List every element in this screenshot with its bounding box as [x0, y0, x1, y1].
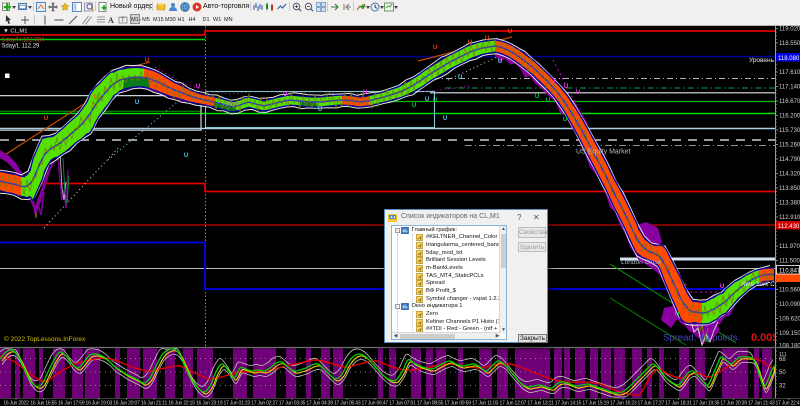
svg-text:17 Jun 04:39: 17 Jun 04:39	[306, 401, 333, 406]
svg-text:U: U	[412, 103, 416, 109]
svg-text:17 Jun 15:19: 17 Jun 15:19	[582, 401, 609, 406]
svg-text:17 Jun 05:43: 17 Jun 05:43	[334, 401, 361, 406]
svg-text:111.500: 111.500	[779, 259, 800, 265]
svg-text:U: U	[44, 116, 48, 122]
svg-text:17 Jun 09:59: 17 Jun 09:59	[444, 401, 471, 406]
svg-text:119.020: 119.020	[779, 27, 800, 33]
svg-text:17 Jun 12:07: 17 Jun 12:07	[500, 401, 527, 406]
svg-text:17 Jun 19:35: 17 Jun 19:35	[693, 401, 720, 406]
svg-text:114.320: 114.320	[779, 172, 800, 178]
svg-text:17 Jun 20:39: 17 Jun 20:39	[720, 401, 747, 406]
svg-text:109.620: 109.620	[779, 317, 800, 323]
svg-text:112.430: 112.430	[778, 224, 800, 230]
svg-text:17 Jun 16:23: 17 Jun 16:23	[610, 401, 637, 406]
svg-text:17 Jun 13:11: 17 Jun 13:11	[527, 401, 554, 406]
svg-text:116.670: 116.670	[779, 99, 800, 105]
svg-text:U: U	[196, 84, 200, 90]
svg-text:117.610: 117.610	[779, 70, 800, 76]
svg-text:17 Jun 21:43: 17 Jun 21:43	[748, 401, 775, 406]
svg-text:114.790: 114.790	[779, 157, 800, 163]
svg-text:109.150: 109.150	[779, 331, 800, 337]
svg-text:17 Jun 03:35: 17 Jun 03:35	[279, 401, 306, 406]
svg-text:Spread: 40 points.: Spread: 40 points.	[663, 333, 740, 344]
svg-text:17 Jun 01:23: 17 Jun 01:23	[224, 401, 251, 406]
svg-text:113.850: 113.850	[779, 186, 800, 192]
svg-text:16 Jun 2022: 16 Jun 2022	[3, 401, 29, 406]
svg-text:116.200: 116.200	[779, 114, 800, 120]
svg-text:16 Jun 21:11: 16 Jun 21:11	[141, 401, 168, 406]
svg-text:U: U	[546, 98, 550, 104]
svg-text:U: U	[458, 75, 462, 81]
svg-text:118.550: 118.550	[779, 41, 800, 47]
svg-text:U: U	[468, 40, 472, 46]
svg-text:U: U	[551, 79, 555, 85]
svg-text:U: U	[720, 284, 724, 290]
svg-text:32: 32	[779, 384, 786, 390]
svg-text:117.140: 117.140	[779, 85, 800, 91]
svg-text:Уровень: Уровень	[749, 57, 775, 64]
svg-text:U: U	[363, 90, 367, 96]
svg-text:U: U	[498, 59, 502, 65]
svg-text:London Close: London Close	[621, 259, 661, 266]
svg-text:17 Jun 07:51: 17 Jun 07:51	[389, 401, 416, 406]
svg-text:17 Jun 17:27: 17 Jun 17:27	[638, 401, 665, 406]
svg-text:16 Jun 23:19: 16 Jun 23:19	[196, 401, 223, 406]
svg-text:17 Jun 11:03: 17 Jun 11:03	[472, 401, 499, 406]
svg-text:U: U	[283, 92, 287, 98]
svg-text:17 Jun 02:27: 17 Jun 02:27	[251, 401, 278, 406]
svg-text:16 Jun 16:55: 16 Jun 16:55	[30, 401, 57, 406]
svg-text:0.00$: 0.00$	[751, 332, 779, 344]
svg-text:17 Jun 22:47: 17 Jun 22:47	[776, 401, 800, 406]
svg-text:▼ CL,M1: ▼ CL,M1	[3, 29, 27, 35]
svg-text:16 Jun 19:03: 16 Jun 19:03	[86, 401, 113, 406]
svg-text:U: U	[576, 90, 580, 96]
svg-text:U: U	[433, 45, 437, 51]
svg-text:US Equity Market: US Equity Market	[576, 149, 631, 156]
svg-text:U: U	[564, 84, 568, 90]
svg-text:U: U	[485, 36, 489, 42]
svg-text:U: U	[433, 98, 437, 104]
svg-text:112.910: 112.910	[779, 215, 800, 221]
svg-text:50: 50	[779, 370, 786, 376]
svg-text:110.847: 110.847	[779, 268, 800, 274]
svg-text:111.970: 111.970	[779, 244, 800, 250]
svg-text:U: U	[318, 107, 322, 113]
svg-text:16 Jun 22:15: 16 Jun 22:15	[168, 401, 195, 406]
svg-text:17 Jun 08:55: 17 Jun 08:55	[417, 401, 444, 406]
svg-text:17 Jun 14:15: 17 Jun 14:15	[555, 401, 582, 406]
svg-text:U: U	[94, 95, 98, 101]
svg-text:16 Jun 20:07: 16 Jun 20:07	[113, 401, 140, 406]
svg-text:U: U	[535, 94, 539, 100]
svg-text:110.560: 110.560	[779, 288, 800, 294]
svg-text:U: U	[184, 153, 188, 159]
svg-text:U: U	[675, 312, 679, 318]
svg-text:16 Jun 17:59: 16 Jun 17:59	[58, 401, 85, 406]
svg-text:U: U	[563, 117, 567, 123]
svg-text:© 2022 TopLessons.InForex: © 2022 TopLessons.InForex	[4, 335, 86, 343]
svg-text:113.380: 113.380	[779, 201, 800, 207]
svg-text:U: U	[135, 100, 139, 106]
svg-text:17 Jun 18:31: 17 Jun 18:31	[665, 401, 692, 406]
svg-text:17 Jun 06:47: 17 Jun 06:47	[362, 401, 389, 406]
svg-text:5day/L 112.29: 5day/L 112.29	[2, 44, 40, 50]
svg-text:108.180: 108.180	[779, 344, 800, 350]
svg-text:118.080: 118.080	[778, 56, 800, 62]
svg-text:110.090: 110.090	[779, 302, 800, 308]
svg-text:U: U	[508, 29, 512, 35]
svg-text:U: U	[443, 116, 447, 122]
svg-text:115.730: 115.730	[779, 128, 800, 134]
svg-text:Tokyo: Tokyo	[222, 101, 239, 108]
svg-text:U: U	[145, 58, 149, 64]
svg-text:U: U	[425, 97, 429, 103]
svg-text:115.260: 115.260	[779, 143, 800, 149]
svg-text:111: 111	[779, 352, 787, 358]
svg-text:T: T	[121, 18, 125, 24]
